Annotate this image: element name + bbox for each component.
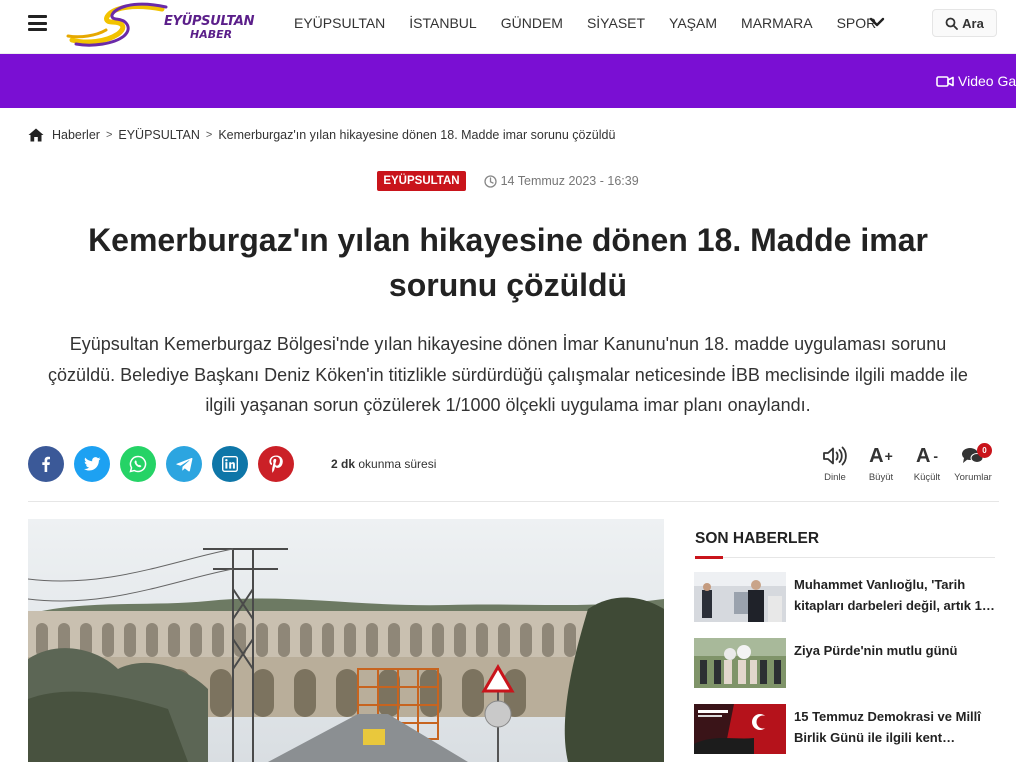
linkedin-icon xyxy=(222,456,238,472)
share-buttons xyxy=(28,446,304,482)
news-thumbnail xyxy=(694,704,786,754)
sidebar-news-item[interactable]: 15 Temmuz Demokrasi ve Millî Birlik Günü… xyxy=(694,704,999,754)
breadcrumb-item-haberler[interactable]: Haberler xyxy=(52,128,100,142)
chevron-down-icon[interactable] xyxy=(869,16,885,28)
listen-button[interactable]: Dinle xyxy=(812,442,858,483)
news-title: Ziya Pürde'nin mutlu günü xyxy=(794,643,958,658)
video-gallery-link[interactable]: Video Ga xyxy=(936,73,1016,89)
menu-icon[interactable] xyxy=(28,15,47,31)
share-linkedin-button[interactable] xyxy=(212,446,248,482)
font-increase-icon: A xyxy=(869,444,884,467)
news-photo-illustration xyxy=(694,572,786,622)
site-header: EYÜPSULTAN HABER EYÜPSULTAN İSTANBUL GÜN… xyxy=(0,0,1016,54)
home-icon[interactable] xyxy=(28,128,44,142)
pinterest-icon xyxy=(269,455,283,473)
share-telegram-button[interactable] xyxy=(166,446,202,482)
breadcrumb-separator: > xyxy=(205,129,213,141)
news-photo-illustration xyxy=(694,704,786,754)
nav-item-siyaset[interactable]: SİYASET xyxy=(575,15,657,31)
enlarge-label: Büyüt xyxy=(868,472,894,483)
share-whatsapp-button[interactable] xyxy=(120,446,156,482)
video-camera-icon xyxy=(936,75,954,87)
nav-item-marmara[interactable]: MARMARA xyxy=(729,15,825,31)
sidebar-title: SON HABERLER xyxy=(695,530,820,547)
share-pinterest-button[interactable] xyxy=(258,446,294,482)
video-gallery-label: Video Ga xyxy=(958,73,1016,89)
reading-time-value: 2 dk xyxy=(331,457,356,471)
clock-icon xyxy=(483,174,497,188)
article-summary: Eyüpsultan Kemerburgaz Bölgesi'nde yılan… xyxy=(48,334,968,415)
logo-title: EYÜPSULTAN xyxy=(164,14,255,29)
sidebar-title-underline xyxy=(695,556,995,559)
nav-item-istanbul[interactable]: İSTANBUL xyxy=(397,15,488,31)
nav-item-gundem[interactable]: GÜNDEM xyxy=(489,15,575,31)
news-title: 15 Temmuz Demokrasi ve Millî Birlik Günü… xyxy=(794,709,981,745)
article-meta: EYÜPSULTAN 14 Temmuz 2023 - 16:39 xyxy=(0,171,1016,191)
shrink-text-button[interactable]: A- Küçült xyxy=(904,442,950,484)
search-icon xyxy=(945,17,959,30)
share-facebook-button[interactable] xyxy=(28,446,64,482)
comment-count-badge: 0 xyxy=(977,443,992,458)
article-main-image xyxy=(28,519,664,762)
shrink-label: Küçült xyxy=(913,472,941,483)
news-title: Muhammet Vanlıoğlu, 'Tarih kitapları dar… xyxy=(794,577,990,613)
main-nav: EYÜPSULTAN İSTANBUL GÜNDEM SİYASET YAŞAM… xyxy=(282,0,888,46)
listen-label: Dinle xyxy=(824,472,846,483)
divider xyxy=(28,501,999,502)
twitter-icon xyxy=(83,457,101,471)
enlarge-text-button[interactable]: A + Büyüt xyxy=(858,442,904,484)
whatsapp-icon xyxy=(129,455,147,473)
speaker-icon xyxy=(823,446,847,466)
search-label: Ara xyxy=(962,15,984,31)
breadcrumb-item-category[interactable]: EYÜPSULTAN xyxy=(118,128,200,142)
share-twitter-button[interactable] xyxy=(74,446,110,482)
article-title: Kemerburgaz'ın yılan hikayesine dönen 18… xyxy=(88,222,928,303)
article-date: 14 Temmuz 2023 - 16:39 xyxy=(483,174,639,188)
top-banner-bar xyxy=(0,54,1016,108)
article-tools: Dinle A + Büyüt A- Küçült 0 Yorumlar xyxy=(812,442,996,483)
site-logo[interactable]: EYÜPSULTAN HABER xyxy=(66,0,266,48)
telegram-icon xyxy=(175,457,192,471)
news-thumbnail xyxy=(694,572,786,622)
aqueduct-photo-illustration xyxy=(28,519,664,762)
reading-time: 2 dk okunma süresi xyxy=(331,457,436,471)
news-photo-illustration xyxy=(694,638,786,688)
nav-item-eyupsultan[interactable]: EYÜPSULTAN xyxy=(282,15,397,31)
breadcrumb: Haberler > EYÜPSULTAN > Kemerburgaz'ın y… xyxy=(28,128,615,142)
nav-item-yasam[interactable]: YAŞAM xyxy=(657,15,729,31)
font-decrease-icon: A xyxy=(915,444,931,467)
facebook-icon xyxy=(42,456,50,472)
sidebar-news-item[interactable]: Ziya Pürde'nin mutlu günü xyxy=(694,638,999,688)
comments-button[interactable]: 0 Yorumlar xyxy=(950,442,996,483)
date-text: 14 Temmuz 2023 - 16:39 xyxy=(500,174,639,188)
sidebar-news-item[interactable]: Muhammet Vanlıoğlu, 'Tarih kitapları dar… xyxy=(694,572,999,622)
breadcrumb-separator: > xyxy=(105,129,113,141)
search-button[interactable]: Ara xyxy=(932,9,997,37)
category-badge[interactable]: EYÜPSULTAN xyxy=(377,171,466,191)
breadcrumb-item-current: Kemerburgaz'ın yılan hikayesine dönen 18… xyxy=(218,128,616,142)
logo-swoosh-icon xyxy=(66,2,168,47)
news-thumbnail xyxy=(694,638,786,688)
reading-time-label: okunma süresi xyxy=(358,457,437,471)
logo-subtitle: HABER xyxy=(190,28,233,41)
comments-label: Yorumlar xyxy=(954,472,992,483)
